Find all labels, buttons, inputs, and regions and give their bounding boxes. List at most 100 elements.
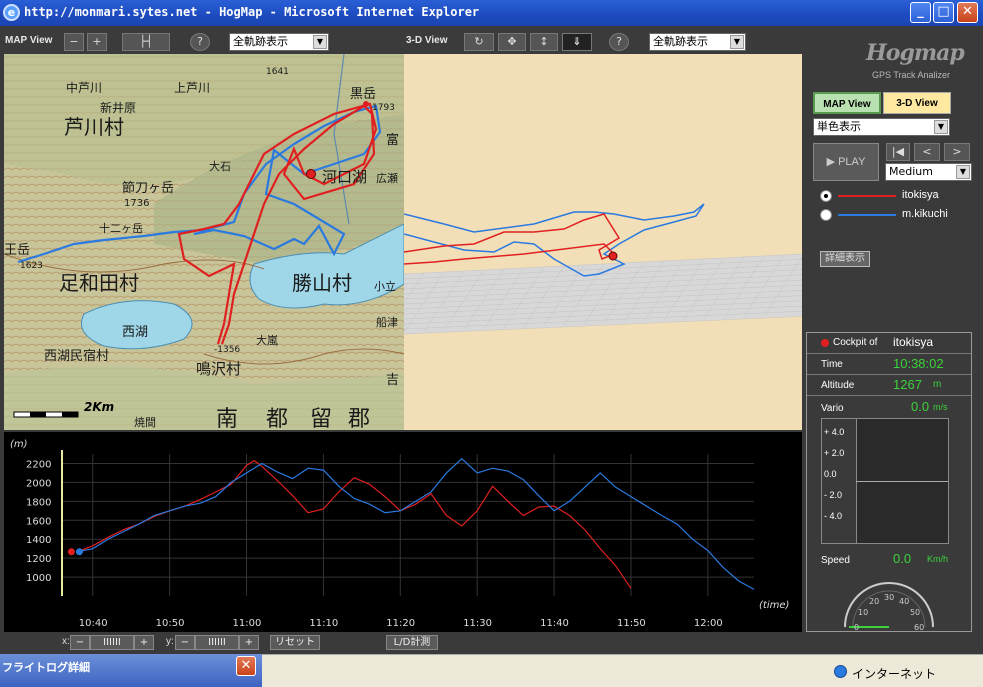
speed-unit: Km/h xyxy=(927,554,949,564)
speed-label: Speed xyxy=(821,555,850,566)
map-place-label: 小立 xyxy=(374,279,396,293)
window-title: http://monmari.sytes.net - HogMap - Micr… xyxy=(24,5,480,19)
map-place-label: 南 xyxy=(216,407,238,430)
vario-value: 0.0 xyxy=(911,399,930,414)
play-icon: ▶ xyxy=(826,156,839,168)
pilot-radio[interactable] xyxy=(820,209,832,221)
speed-select[interactable]: Medium ▼ xyxy=(885,163,972,181)
pilot-row-mkikuchi[interactable]: m.kikuchi xyxy=(820,207,970,223)
map-place-label: 足和田村 xyxy=(59,271,139,295)
play-button[interactable]: ▶ PLAY xyxy=(813,143,879,181)
move-button[interactable]: ✥ xyxy=(498,33,526,51)
map-place-label: 芦川村 xyxy=(64,115,124,139)
map-place-label: 富 xyxy=(386,132,399,148)
color-mode-select[interactable]: 単色表示 ▼ xyxy=(813,118,950,136)
pilot-radio[interactable] xyxy=(820,190,832,202)
gauge-tick-label: 50 xyxy=(910,608,920,617)
gauge-tick-label: 60 xyxy=(914,623,924,631)
scale-button[interactable]: ├┤ xyxy=(122,33,170,51)
altitude-label: Altitude xyxy=(821,380,855,391)
map-canvas: 中芦川 上芦川芦川村新井原節刀ヶ岳 1736 十二ヶ岳足和田村 河口湖勝山村西湖鳴沢村 西… xyxy=(4,54,404,430)
topographic-map[interactable]: 中芦川 上芦川 芦川村 新井原 節刀ヶ岳 1736 十二ヶ岳 足和田村 河口湖 勝山村 西湖 鳴沢村 西… xyxy=(4,54,404,430)
pilot-name: m.kikuchi xyxy=(902,208,948,220)
current-position-marker xyxy=(306,169,316,179)
y-zoom-out-button[interactable]: − xyxy=(175,635,195,650)
series-line-itokisya xyxy=(77,459,632,589)
map-place-label: -1356 xyxy=(214,345,240,355)
map-place-label: 上芦川 xyxy=(174,81,210,95)
vario-tick-label: 0.0 xyxy=(824,469,837,479)
map-place-label: 河口湖 xyxy=(322,168,367,186)
dropdown-arrow-icon: ▼ xyxy=(956,165,970,179)
rotate-button[interactable]: ↻ xyxy=(464,33,494,51)
x-tick-label: 10:50 xyxy=(156,618,185,629)
go-to-start-button[interactable]: |◀ xyxy=(886,143,910,161)
dropdown-arrow-icon: ▼ xyxy=(934,120,948,134)
altitude-value: 1267 xyxy=(893,377,922,392)
minimize-button[interactable]: _ xyxy=(910,2,931,23)
zone-label: インターネット xyxy=(852,667,937,681)
ld-calc-button[interactable]: L/D計測 xyxy=(386,635,438,650)
view3d-help-button[interactable]: ? xyxy=(609,33,629,51)
y-zoom-in-button[interactable]: + xyxy=(239,635,259,650)
x-tick-label: 11:40 xyxy=(540,618,569,629)
zoom-out-button[interactable]: − xyxy=(64,33,84,51)
view-3d-canvas[interactable] xyxy=(404,54,802,430)
x-tick-label: 12:00 xyxy=(694,618,723,629)
gauge-tick-label: 10 xyxy=(858,608,868,617)
map-place-label: 中芦川 xyxy=(66,80,102,95)
flightlog-close-button[interactable]: ✕ xyxy=(236,656,256,676)
map-place-label: 広瀬 xyxy=(376,171,398,185)
hogmap-logo: Hogmap xyxy=(866,40,965,66)
y-axis-label: (m) xyxy=(10,439,28,450)
reset-button[interactable]: リセット xyxy=(270,635,320,650)
x-zoom-slider[interactable]: IIIIII xyxy=(90,635,134,650)
pilot-color-swatch xyxy=(838,195,896,197)
globe-icon xyxy=(834,665,847,678)
vertical-button[interactable]: ↕ xyxy=(530,33,558,51)
title-bar: e http://monmari.sytes.net - HogMap - Mi… xyxy=(0,0,983,26)
y-zoom-slider[interactable]: IIIIII xyxy=(195,635,239,650)
pilot-row-itokisya[interactable]: itokisya xyxy=(820,188,970,204)
x-zoom-in-button[interactable]: + xyxy=(134,635,154,650)
vario-tick-label: - 4.0 xyxy=(824,511,843,521)
detail-button[interactable]: 詳細表示 xyxy=(820,251,870,267)
down-button[interactable]: ⇓ xyxy=(562,33,592,51)
pilot-name: itokisya xyxy=(902,189,939,201)
x-axis-label: (time) xyxy=(759,600,789,611)
step-forward-button[interactable]: > xyxy=(944,143,970,161)
x-tick-label: 11:10 xyxy=(309,618,338,629)
series-line-m.kikuchi xyxy=(77,457,755,590)
map-place-label: 1736 xyxy=(124,198,149,209)
step-back-button[interactable]: < xyxy=(914,143,940,161)
y-tick-label: 1200 xyxy=(26,554,51,565)
altitude-chart-svg: (m) (time) 1000 1200 1400 1600 1800 2000 2200 1… xyxy=(10,439,789,629)
speed-value: 0.0 xyxy=(893,551,912,566)
vario-tick-label: - 2.0 xyxy=(824,490,843,500)
series-start-point xyxy=(75,548,83,556)
map-help-button[interactable]: ? xyxy=(190,33,210,51)
y-zoom-label: y: xyxy=(166,636,174,647)
scale-label: 2Km xyxy=(84,400,114,414)
x-tick-label: 11:50 xyxy=(617,618,646,629)
view3d-svg xyxy=(404,203,802,335)
zoom-in-button[interactable]: + xyxy=(87,33,107,51)
map-place-label: 大嵐 xyxy=(256,333,278,347)
view3d-track-select[interactable]: 全軌跡表示 ▼ xyxy=(649,33,746,51)
map-place-label: 1793 xyxy=(372,103,395,113)
x-tick-label: 11:00 xyxy=(233,618,262,629)
x-zoom-out-button[interactable]: − xyxy=(70,635,90,650)
map-toolbar: MAP View − + ├┤ ? 全軌跡表示 ▼ xyxy=(0,30,404,54)
close-button[interactable]: ✕ xyxy=(957,2,978,23)
map-place-label: 王岳 xyxy=(4,243,30,258)
maximize-button[interactable]: □ xyxy=(933,2,954,23)
altitude-chart[interactable]: (m) (time) 1000 1200 1400 1600 1800 2000 2200 1… xyxy=(4,432,802,632)
tab-3d-view[interactable]: 3-D View xyxy=(883,92,951,114)
map-place-label: 1623 xyxy=(20,261,43,271)
map-place-label: 西湖 xyxy=(122,325,148,340)
map-track-select[interactable]: 全軌跡表示 ▼ xyxy=(229,33,329,51)
vario-tick-label: + 2.0 xyxy=(824,448,845,458)
tab-map-view[interactable]: MAP View xyxy=(813,92,881,114)
map-view-label: MAP View xyxy=(5,35,53,46)
flightlog-window[interactable]: フライトログ詳細 ✕ xyxy=(0,654,262,687)
